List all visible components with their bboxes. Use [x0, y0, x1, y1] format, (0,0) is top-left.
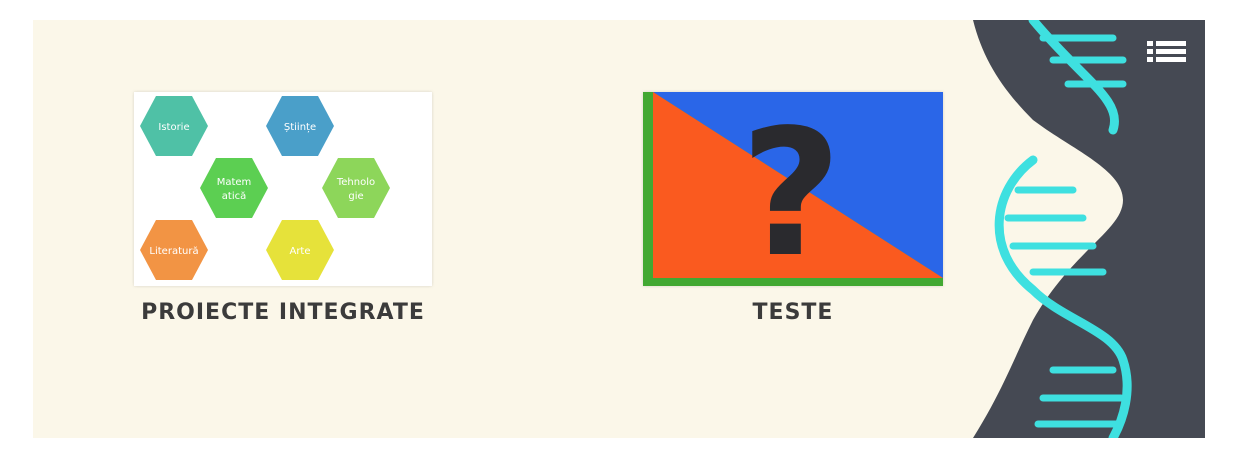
svg-text:gie: gie	[348, 191, 363, 202]
teste-label[interactable]: TESTE	[638, 300, 948, 325]
svg-text:Arte: Arte	[289, 246, 310, 257]
hex-stiinte: Științe	[266, 96, 334, 156]
teste-tile[interactable]: ? TESTE	[638, 92, 948, 325]
svg-text:Științe: Științe	[284, 122, 316, 133]
proiecte-integrate-label[interactable]: PROIECTE INTEGRATE	[88, 300, 478, 325]
svg-text:Matem: Matem	[217, 177, 252, 188]
teste-thumbnail: ?	[643, 92, 943, 296]
hex-tehnologie: Tehnolo gie	[322, 158, 390, 218]
svg-text:Literatură: Literatură	[149, 246, 198, 257]
content-panel: Istorie Științe Matem atică Tehnolo gie	[33, 20, 1205, 438]
svg-text:atică: atică	[222, 191, 246, 202]
proiecte-integrate-tile[interactable]: Istorie Științe Matem atică Tehnolo gie	[88, 92, 478, 325]
list-icon	[1147, 41, 1186, 62]
menu-button[interactable]	[1145, 34, 1189, 68]
hex-arte: Arte	[266, 220, 334, 280]
question-mark-image: ?	[643, 92, 943, 296]
svg-text:Tehnolo: Tehnolo	[336, 177, 375, 188]
hex-istorie: Istorie	[140, 96, 208, 156]
proiecte-integrate-thumbnail: Istorie Științe Matem atică Tehnolo gie	[134, 92, 432, 286]
question-mark-icon: ?	[740, 93, 842, 286]
subject-hexagons-image: Istorie Științe Matem atică Tehnolo gie	[140, 96, 390, 280]
svg-text:Istorie: Istorie	[158, 122, 189, 133]
hex-literatura: Literatură	[140, 220, 208, 280]
dna-decoration	[973, 20, 1205, 438]
hex-matematica: Matem atică	[200, 158, 268, 218]
